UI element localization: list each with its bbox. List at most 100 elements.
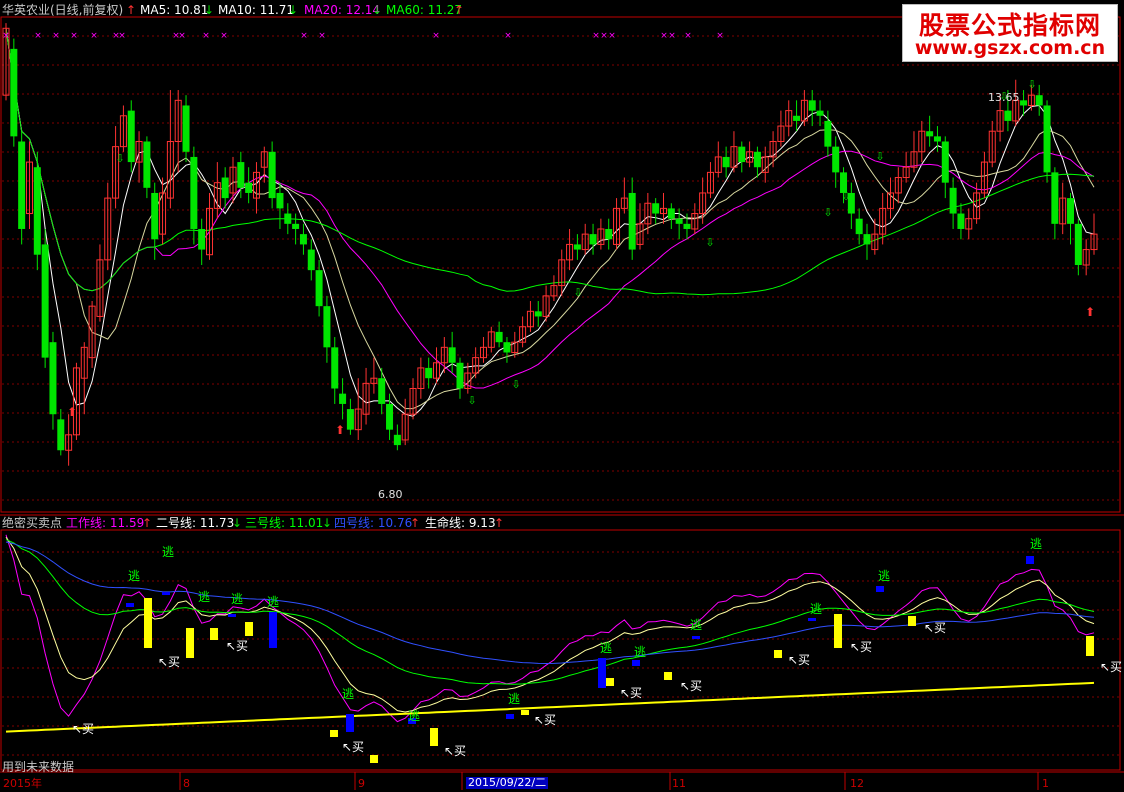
candle-body-down <box>57 419 65 451</box>
blue-block <box>506 714 514 719</box>
up-arrow-icon: ↑ <box>410 516 421 530</box>
candle-body-down <box>41 244 49 358</box>
x-marker-icon: × <box>34 31 42 41</box>
down-arrow-icon: ⇩ <box>115 152 124 165</box>
down-arrow-icon: ↓ <box>322 516 333 530</box>
blue-block <box>126 603 134 607</box>
candlestick-series[interactable] <box>2 23 1098 466</box>
candle-body-down <box>456 362 464 389</box>
down-arrow-icon: ⇩ <box>841 190 850 203</box>
yellow-block <box>606 678 614 686</box>
indicator-panel-border <box>0 529 1121 771</box>
candle-body-down <box>573 244 581 250</box>
x-marker-icon: × <box>600 31 608 41</box>
buy-signal: ↖买 <box>788 653 810 667</box>
stock-title[interactable]: 华英农业(日线,前复权) <box>2 3 123 17</box>
candle-body-down <box>276 192 284 209</box>
escape-signal: 逃 <box>878 569 890 583</box>
escape-signal: 逃 <box>162 545 174 559</box>
yellow-block <box>186 628 194 658</box>
candle-body-down <box>315 270 323 307</box>
candle-body-down <box>652 203 660 214</box>
candle-body-down <box>589 234 597 245</box>
price-panel-border <box>0 16 1121 513</box>
escape-signal: 逃 <box>267 595 279 609</box>
indicator-title[interactable]: 绝密买卖点 <box>2 516 62 530</box>
watermark-url: www.gszx.com.cn <box>914 37 1106 59</box>
yellow-block <box>908 616 916 626</box>
buy-signal: ↖买 <box>342 740 364 754</box>
yellow-block <box>1086 636 1094 656</box>
buy-signal: ↖买 <box>924 621 946 635</box>
candle-body-down <box>933 136 941 142</box>
candle-body-down <box>307 249 315 271</box>
candle-body-down <box>425 367 433 379</box>
escape-signal: 逃 <box>1030 537 1042 551</box>
candle-body-down <box>378 378 386 404</box>
candle-body-down <box>1074 223 1082 265</box>
candle-body-down <box>1004 110 1012 121</box>
candle-body-down <box>816 110 824 116</box>
candle-body-down <box>503 342 511 353</box>
blue-block <box>162 592 170 595</box>
x-marker-icon: × <box>220 31 228 41</box>
x-marker-icon: × <box>2 31 10 41</box>
up-arrow-icon: ↑ <box>126 3 137 17</box>
candle-body-down <box>198 228 206 250</box>
candle-body-down <box>534 311 542 317</box>
candle-body-down <box>323 306 331 348</box>
escape-signal: 逃 <box>198 590 210 604</box>
candle-body-down <box>1020 100 1028 106</box>
x-marker-icon: × <box>178 31 186 41</box>
candle-body-down <box>1043 105 1051 173</box>
buy-signal: ↖买 <box>850 640 872 654</box>
down-arrow-icon: ⇩ <box>511 378 520 391</box>
ma10-line <box>5 28 1095 410</box>
buy-signal: ↖买 <box>444 744 466 758</box>
candle-body-down <box>957 213 965 229</box>
yellow-block <box>210 628 218 640</box>
blue-block <box>876 586 884 592</box>
x-marker-icon: × <box>52 31 60 41</box>
candle-body-down <box>268 151 276 199</box>
buy-signal: ↖买 <box>534 713 556 727</box>
ma20-label: MA20: 12.14 <box>304 3 381 17</box>
x-marker-icon: × <box>684 31 692 41</box>
ma60-line <box>5 28 1095 296</box>
blue-block <box>1026 556 1034 564</box>
candle-body-down <box>182 105 190 152</box>
indicator-panel[interactable] <box>5 534 1095 763</box>
candle-body-down <box>941 141 949 183</box>
down-arrow-icon: ⇩ <box>705 236 714 249</box>
candle-body-down <box>683 223 691 229</box>
line3-label: 三号线: 11.01 <box>245 516 324 530</box>
x-marker-icon: × <box>608 31 616 41</box>
candle-body-down <box>675 218 683 224</box>
up-arrow-icon: ⬆ <box>1085 305 1095 319</box>
kline-chart[interactable]: × × × × × ×× ×× × × × × × × × × × × × × ×⇩⇩⇩⇩⇩⇩⇩⇩⇩⇩⬆⬆⬆逃逃逃逃逃… <box>0 0 1124 792</box>
candle-body-down <box>237 162 245 188</box>
candle-body-down <box>49 342 57 415</box>
x-marker-icon: × <box>660 31 668 41</box>
blue-block <box>632 660 640 666</box>
candle-body-down <box>284 213 292 224</box>
ma10-label: MA10: 11.71 <box>218 3 295 17</box>
candle-body-down <box>10 48 18 137</box>
candle-body-down <box>393 434 401 446</box>
x-marker-icon: × <box>300 31 308 41</box>
future-data-note: 用到未来数据 <box>2 760 75 774</box>
buy-signal: ↖买 <box>158 655 180 669</box>
candle-body-down <box>339 393 347 404</box>
candle-body-down <box>855 218 863 235</box>
candle-body-down <box>1067 198 1075 224</box>
ma60-label: MA60: 11.27 <box>386 3 463 17</box>
yellow-block <box>144 598 152 648</box>
life-line-label: 生命线: 9.13 <box>425 516 496 530</box>
candle-body-down <box>738 146 746 163</box>
candle-body-down <box>863 234 871 245</box>
escape-signal: 逃 <box>342 687 354 701</box>
escape-signal: 逃 <box>408 709 420 723</box>
down-arrow-icon: ↓ <box>232 516 243 530</box>
x-axis-label: 1 <box>1042 777 1049 790</box>
candle-body-down <box>221 177 229 199</box>
